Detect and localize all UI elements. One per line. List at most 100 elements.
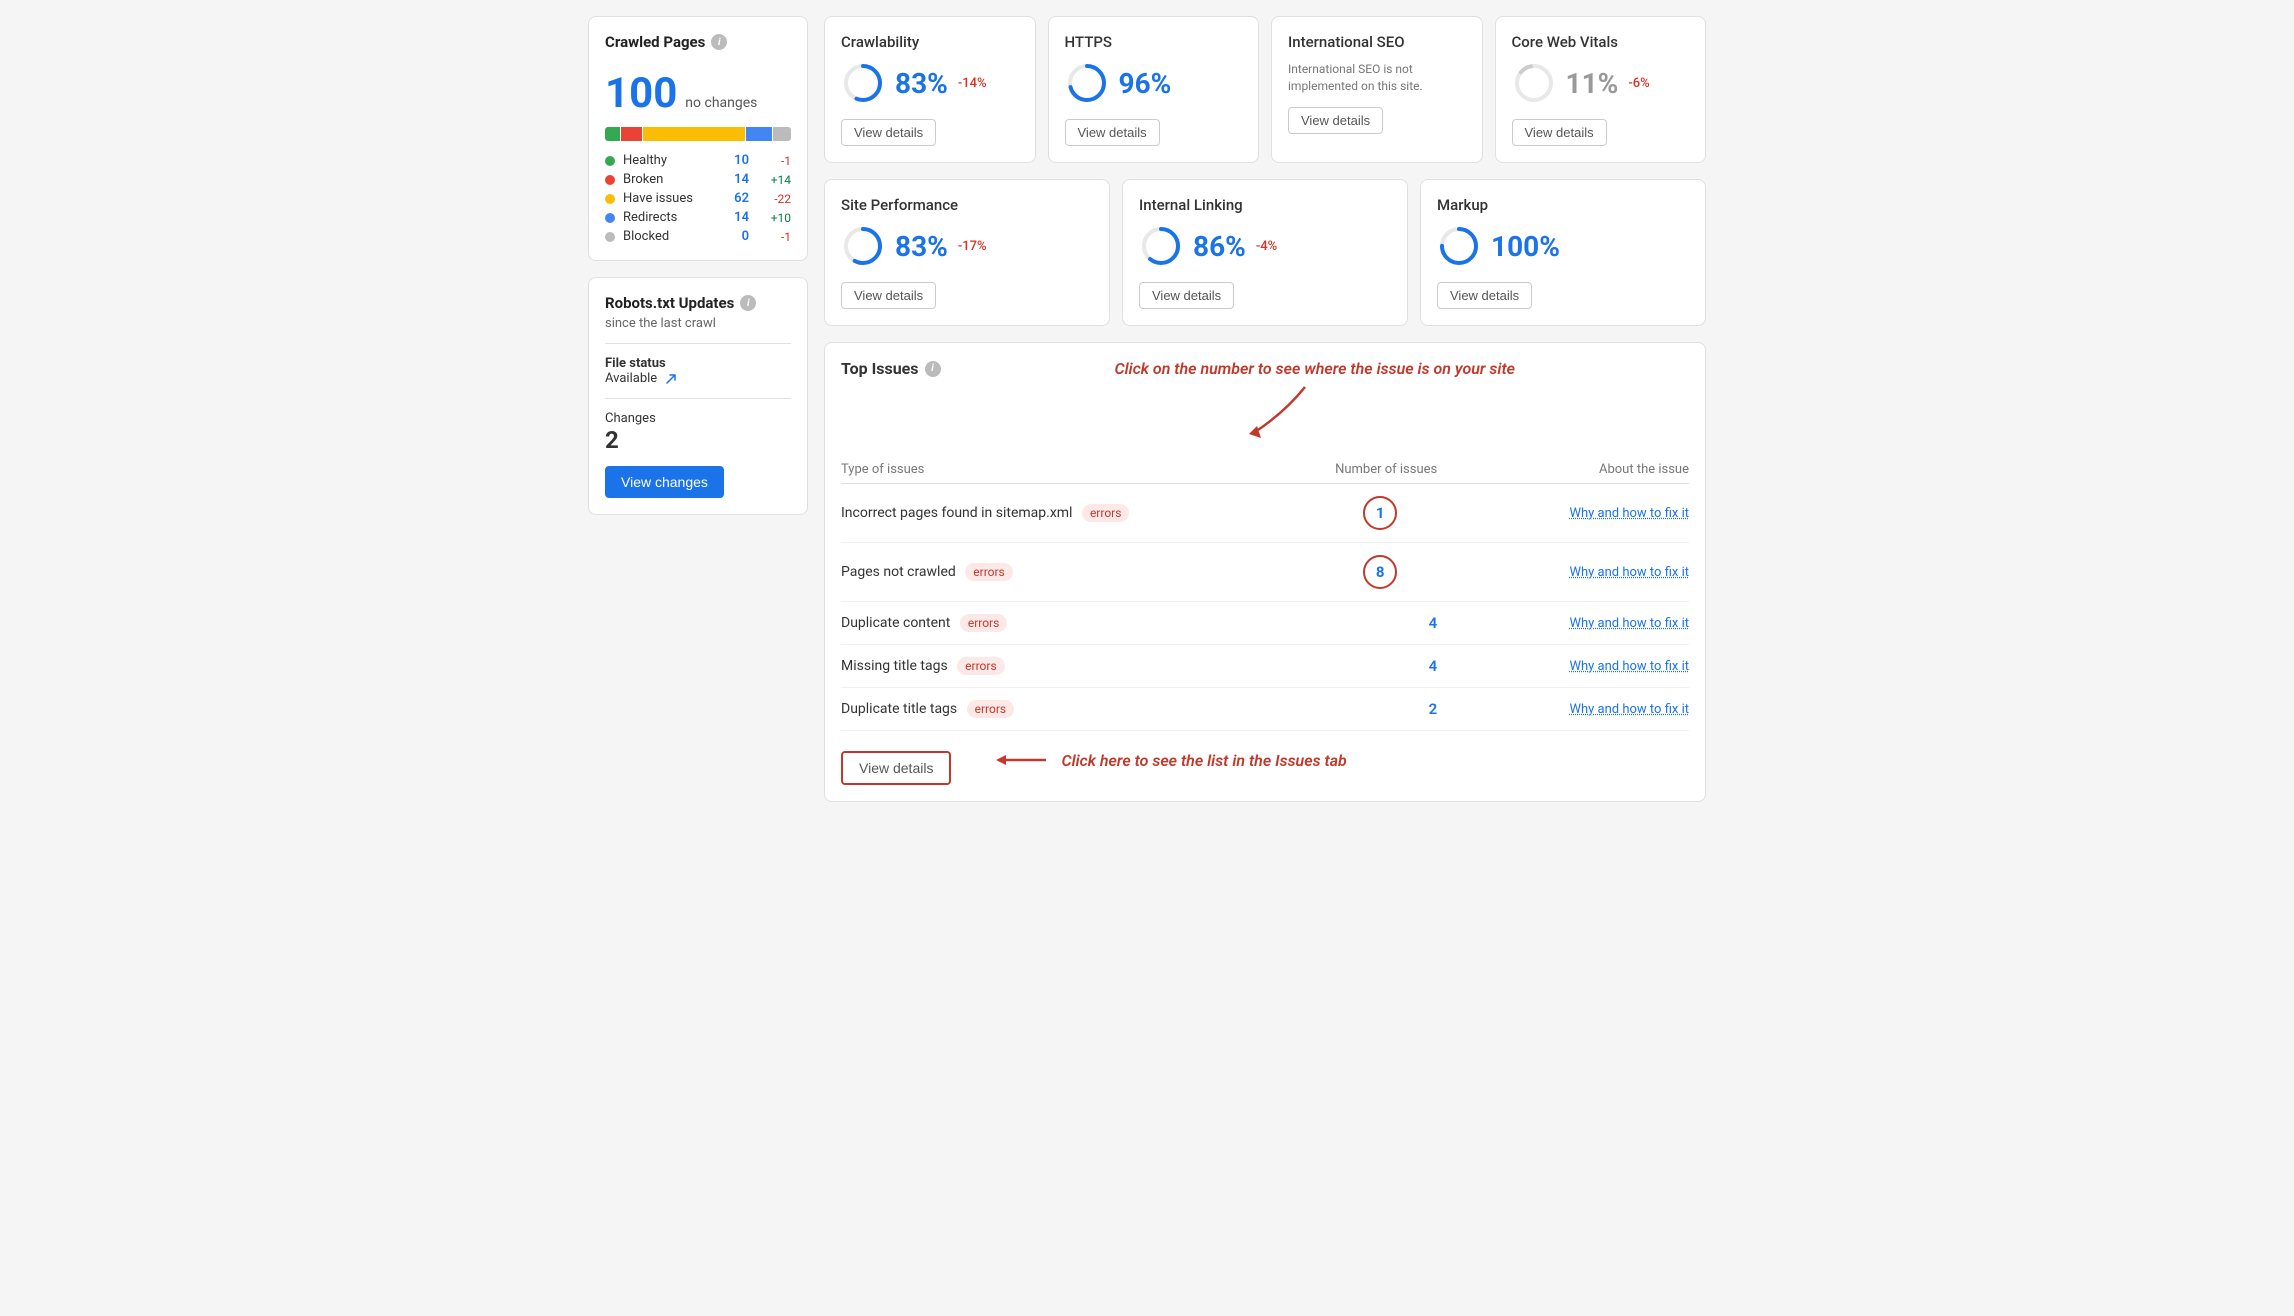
issue-badge: errors [1082,504,1129,522]
robots-card: Robots.txt Updates i since the last craw… [588,277,808,515]
segment-issues [643,127,745,141]
why-link[interactable]: Why and how to fix it [1569,565,1689,580]
issue-badge: errors [967,700,1014,718]
issues-table: Type of issues Number of issues About th… [841,456,1689,731]
table-row: Duplicate content errors4 Why and how to … [841,602,1689,645]
crawlability-score-row: 83% -14% [841,61,1019,105]
view-details-issues-button[interactable]: View details [841,751,951,785]
count-blocked: 0 [709,229,749,244]
why-link[interactable]: Why and how to fix it [1569,702,1689,717]
top-issues-card: Top Issues i Click on the number to see … [824,342,1706,802]
crawled-pages-info-icon[interactable]: i [711,34,727,50]
label-healthy: Healthy [623,153,707,168]
site-perf-score-row: 83% -17% [841,224,1093,268]
cwv-title: Core Web Vitals [1512,33,1690,51]
markup-donut [1437,224,1481,268]
label-redirects: Redirects [623,210,707,225]
dot-redirects [605,213,615,223]
change-blocked: -1 [751,230,791,244]
issue-about-cell: Why and how to fix it [1517,602,1689,645]
cwv-change: -6% [1628,76,1649,91]
https-view-details-btn[interactable]: View details [1065,119,1160,146]
count-broken: 14 [709,172,749,187]
dot-broken [605,175,615,185]
robots-since: since the last crawl [605,316,791,331]
col-number-header: Number of issues [1255,456,1517,484]
issue-type-cell: Duplicate content errors [841,602,1255,645]
cwv-view-details-btn[interactable]: View details [1512,119,1607,146]
changes-count: 2 [605,426,791,454]
change-healthy: -1 [751,154,791,168]
issue-count-cell[interactable]: 8 [1255,543,1517,602]
issue-about-cell: Why and how to fix it [1517,645,1689,688]
divider-1 [605,343,791,344]
circled-number[interactable]: 1 [1363,496,1397,530]
issue-count-cell[interactable]: 4 [1255,645,1517,688]
score-card-markup: Markup 100% View details [1420,179,1706,326]
count-issues: 62 [709,191,749,206]
file-status-label: File status [605,356,791,371]
why-link[interactable]: Why and how to fix it [1569,659,1689,674]
https-score-row: 96% [1065,61,1243,105]
why-link[interactable]: Why and how to fix it [1569,616,1689,631]
site-perf-view-details-btn[interactable]: View details [841,282,936,309]
issue-count-cell[interactable]: 4 [1255,602,1517,645]
score-cards-bottom: Site Performance 83% -17% View details I… [824,179,1706,326]
view-changes-button[interactable]: View changes [605,466,724,498]
intl-seo-note: International SEO is not implemented on … [1288,61,1466,95]
issue-count-cell[interactable]: 1 [1255,484,1517,543]
markup-view-details-btn[interactable]: View details [1437,282,1532,309]
dot-blocked [605,232,615,242]
robots-info-icon[interactable]: i [740,295,756,311]
cwv-score-row: 11% -6% [1512,61,1690,105]
external-link-icon[interactable] [665,372,678,385]
top-issues-info-icon[interactable]: i [925,361,941,377]
score-card-crawlability: Crawlability 83% -14% View details [824,16,1036,163]
issue-type-cell: Duplicate title tags errors [841,688,1255,731]
segment-blocked [773,127,791,141]
intl-seo-view-details-btn[interactable]: View details [1288,107,1383,134]
label-blocked: Blocked [623,229,707,244]
issue-badge: errors [965,563,1012,581]
int-linking-donut [1139,224,1183,268]
circled-number[interactable]: 8 [1363,555,1397,589]
col-type-header: Type of issues [841,456,1255,484]
crawlability-view-details-btn[interactable]: View details [841,119,936,146]
change-broken: +14 [751,173,791,187]
issue-type-cell: Pages not crawled errors [841,543,1255,602]
site-perf-donut [841,224,885,268]
label-broken: Broken [623,172,707,187]
table-row: Missing title tags errors4Why and how to… [841,645,1689,688]
annotation-view-details: Click here to see the list in the Issues… [1061,751,1346,770]
segment-broken [621,127,643,141]
sidebar: Crawled Pages i 100 no changes Healthy 1… [588,16,808,802]
https-donut [1065,61,1109,105]
int-linking-title: Internal Linking [1139,196,1391,214]
legend: Healthy 10 -1 Broken 14 +14 Have issues … [605,153,791,244]
changes-label: Changes [605,411,791,426]
issue-badge: errors [957,657,1004,675]
annotation-arrow-1 [1235,382,1315,442]
dot-healthy [605,156,615,166]
col-about-header: About the issue [1517,456,1689,484]
segment-healthy [605,127,620,141]
crawled-count: 100 [605,71,677,117]
markup-title: Markup [1437,196,1689,214]
dot-issues [605,194,615,204]
int-linking-score-row: 86% -4% [1139,224,1391,268]
site-perf-change: -17% [958,239,987,254]
table-row: Duplicate title tags errors2 Why and how … [841,688,1689,731]
cwv-donut [1512,61,1556,105]
score-card-int-linking: Internal Linking 86% -4% View details [1122,179,1408,326]
issue-badge: errors [960,614,1007,632]
why-link[interactable]: Why and how to fix it [1569,506,1689,521]
label-issues: Have issues [623,191,707,206]
https-title: HTTPS [1065,33,1243,51]
progress-bar [605,127,791,141]
int-linking-change: -4% [1256,239,1277,254]
segment-redirects [746,127,771,141]
int-linking-view-details-btn[interactable]: View details [1139,282,1234,309]
score-card-site-perf: Site Performance 83% -17% View details [824,179,1110,326]
issue-count-cell[interactable]: 2 [1255,688,1517,731]
crawled-pages-card: Crawled Pages i 100 no changes Healthy 1… [588,16,808,261]
